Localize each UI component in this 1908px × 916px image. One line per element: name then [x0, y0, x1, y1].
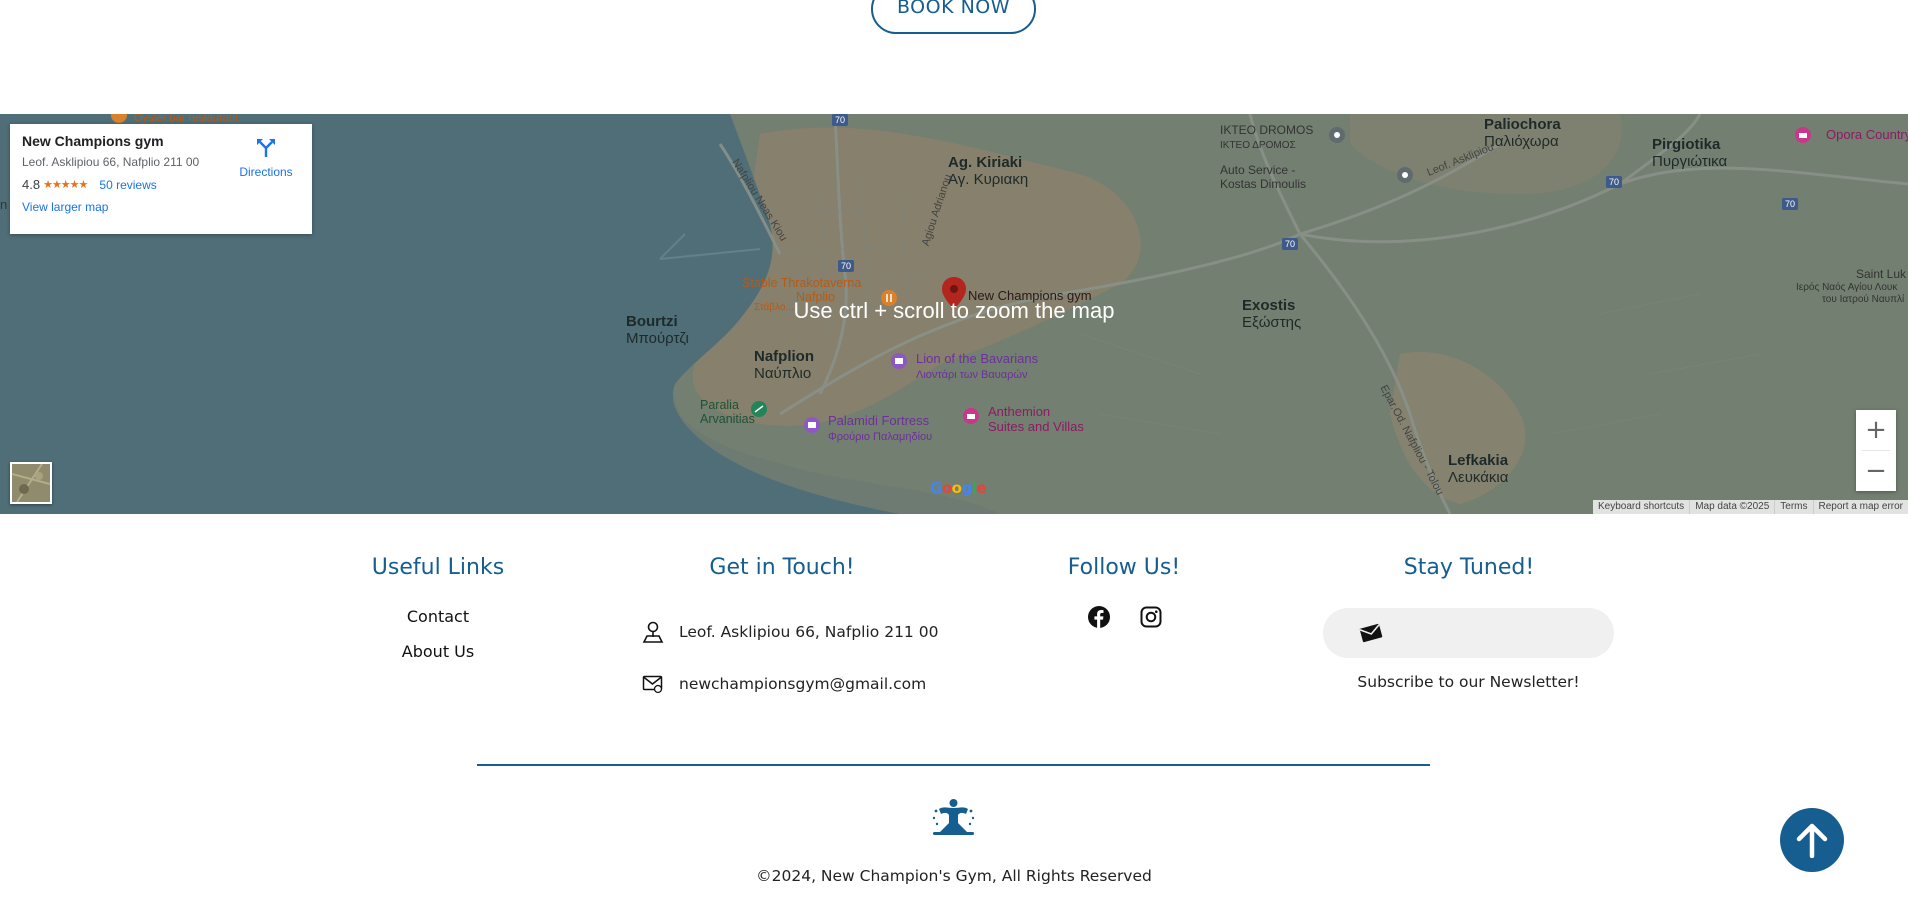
useful-links-title: Useful Links — [371, 555, 505, 580]
google-map[interactable]: 70 70 70 70 70 Oyster bar restaurant Ag.… — [0, 114, 1908, 514]
subscribe-text: Subscribe to our Newsletter! — [1357, 673, 1580, 691]
opora-marker-icon[interactable] — [1794, 126, 1812, 144]
route-shield: 70 — [1606, 176, 1623, 188]
terms-link[interactable]: Terms — [1774, 500, 1812, 514]
label-lion-of-bavarians: Lion of the Bavarians Λιοντάρι των Βαυαρώ… — [916, 351, 1039, 381]
route-shield: 70 — [1282, 238, 1299, 250]
arrow-up-icon — [1796, 823, 1828, 858]
label-saint-luke: Saint Luk — [1856, 267, 1907, 281]
zoom-out-button[interactable]: − — [1856, 451, 1896, 491]
label-palamidi: Palamidi Fortress Φρούριο Παλαμηδίου — [828, 413, 933, 443]
place-info-card: New Champions gym Leof. Asklipiou 66, Na… — [10, 124, 312, 234]
facebook-icon[interactable] — [1087, 605, 1111, 629]
lion-marker-icon[interactable] — [890, 352, 908, 370]
follow-us-title: Follow Us! — [1067, 555, 1181, 580]
label-auto-service: Auto Service - Kostas Dimoulis — [1220, 163, 1307, 191]
satellite-thumbnail-icon — [12, 464, 50, 502]
oyster-bar-marker-icon[interactable] — [110, 114, 128, 124]
contact-email-row: newchampionsgym@gmail.com — [641, 672, 926, 696]
copyright-text: ©2024, New Champion's Gym, All Rights Re… — [756, 867, 1152, 885]
keyboard-shortcuts-link[interactable]: Keyboard shortcuts — [1593, 500, 1689, 514]
auto-service-marker-icon[interactable] — [1396, 166, 1414, 184]
location-pin-icon — [641, 620, 665, 644]
google-logo-letter: G — [930, 479, 942, 497]
rating-row: 4.8 ★★★★★ 50 reviews — [22, 177, 300, 192]
google-logo-letter: o — [951, 479, 962, 497]
contact-email-link[interactable]: newchampionsgym@gmail.com — [679, 675, 926, 693]
beach-marker-icon[interactable] — [750, 400, 768, 418]
get-in-touch-title: Get in Touch! — [709, 555, 855, 580]
directions-button[interactable]: Directions — [238, 136, 294, 179]
map-data-label: Map data ©2025 — [1689, 500, 1774, 514]
google-logo: Google — [930, 479, 987, 497]
instagram-icon[interactable] — [1139, 605, 1163, 629]
zoom-hint-overlay: Use ctrl + scroll to zoom the map — [793, 298, 1115, 323]
label-pirgiotika: Pirgiotika Πυργιώτικα — [1652, 136, 1728, 171]
rating-stars-icon: ★★★★★ — [43, 179, 88, 191]
directions-label: Directions — [239, 165, 293, 179]
footer-link-contact[interactable]: Contact — [358, 607, 518, 626]
scroll-to-top-button[interactable] — [1780, 808, 1844, 872]
contact-address: Leof. Asklipiou 66, Nafplio 211 00 — [679, 623, 939, 641]
newsletter-input[interactable] — [1397, 624, 1597, 642]
label-ikteo: IKTEO DROMOS ΙΚΤΕΟ ΔΡΟΜΟΣ — [1220, 123, 1314, 151]
zoom-in-button[interactable]: + — [1856, 410, 1896, 450]
label-lefkakia: Lefkakia Λευκάκια — [1448, 452, 1509, 487]
label-anthemion: Anthemion Suites and Villas — [988, 404, 1084, 434]
send-mail-icon — [1359, 623, 1383, 643]
route-shield: 70 — [832, 114, 849, 126]
hotel-marker-icon[interactable] — [962, 407, 980, 425]
envelope-icon — [641, 672, 665, 696]
label-paliochora: Paliochora Παλιόχωρα — [1484, 116, 1561, 151]
zoom-controls: + − — [1856, 410, 1896, 491]
route-shield: 70 — [1782, 198, 1799, 210]
label-ag-kiriaki: Ag. Kiriaki Αγ. Κυριακη — [948, 154, 1029, 189]
contact-address-row: Leof. Asklipiou 66, Nafplio 211 00 — [641, 620, 938, 644]
route-shield: 70 — [838, 260, 855, 272]
reviews-link[interactable]: 50 reviews — [99, 178, 156, 192]
label-opora-country: Opora Country — [1826, 127, 1908, 142]
label-paralia-arvanitias: Paralia Arvanitias — [700, 398, 755, 427]
report-map-error-link[interactable]: Report a map error — [1812, 500, 1908, 514]
map-attribution: Keyboard shortcuts Map data ©2025 Terms … — [1593, 500, 1908, 514]
label-edge-n: n — [0, 197, 8, 212]
view-larger-map-link[interactable]: View larger map — [22, 200, 108, 214]
google-logo-letter: o — [941, 479, 952, 497]
footer-divider — [477, 764, 1430, 766]
google-logo-letter: e — [976, 479, 987, 497]
directions-icon — [257, 139, 275, 157]
book-now-button[interactable]: BOOK NOW — [871, 0, 1036, 34]
palamidi-marker-icon[interactable] — [803, 416, 821, 434]
satellite-toggle-button[interactable] — [10, 462, 52, 504]
newsletter-email-field[interactable] — [1323, 608, 1614, 658]
ikteo-marker-icon[interactable] — [1328, 126, 1346, 144]
gym-logo-icon — [932, 799, 975, 835]
stay-tuned-title: Stay Tuned! — [1403, 555, 1535, 580]
rating-value: 4.8 — [22, 177, 41, 192]
google-logo-letter: g — [961, 479, 972, 497]
footer-link-about-us[interactable]: About Us — [358, 642, 518, 661]
label-nafplion: Nafplion Ναύπλιο — [754, 348, 814, 383]
